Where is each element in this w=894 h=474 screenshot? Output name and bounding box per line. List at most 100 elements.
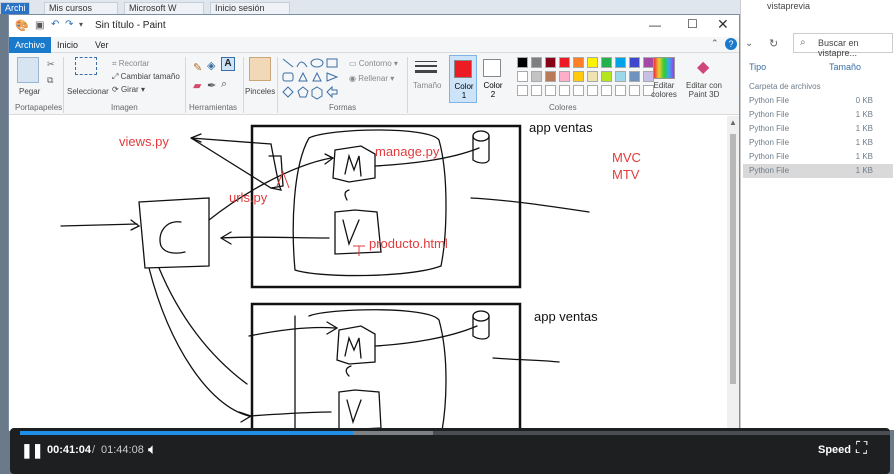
brushes-button[interactable]: Pinceles bbox=[245, 87, 275, 96]
column-header-size[interactable]: Tamaño bbox=[829, 62, 861, 72]
speed-button[interactable]: Speed bbox=[818, 444, 851, 456]
eraser-icon[interactable]: ▰ bbox=[193, 79, 201, 92]
menu-home[interactable]: Inicio bbox=[57, 37, 78, 53]
quick-access-dropdown-icon[interactable]: ▾ bbox=[79, 20, 83, 29]
close-icon[interactable]: ✕ bbox=[717, 16, 729, 33]
rotate-button[interactable]: ⟳ Girar ▾ bbox=[112, 85, 145, 94]
undo-icon[interactable]: ↶ bbox=[51, 19, 59, 30]
palette-swatch-empty[interactable] bbox=[601, 85, 612, 96]
refresh-icon[interactable]: ↻ bbox=[769, 37, 778, 50]
palette-swatch[interactable] bbox=[629, 57, 640, 68]
palette-swatch[interactable] bbox=[587, 57, 598, 68]
fill-dropdown[interactable]: ◉ Rellenar ▾ bbox=[349, 74, 394, 83]
scrollbar-thumb[interactable] bbox=[730, 134, 736, 384]
palette-swatch-empty[interactable] bbox=[517, 85, 528, 96]
palette-swatch-empty[interactable] bbox=[629, 85, 640, 96]
edit-colors-button[interactable]: Editar colores bbox=[649, 81, 679, 99]
file-row[interactable]: Python File 0 KB bbox=[743, 94, 893, 108]
menu-file[interactable]: Archivo bbox=[9, 37, 51, 53]
fill-bucket-icon[interactable]: ◈ bbox=[207, 59, 215, 72]
crop-button[interactable]: ⌗ Recortar bbox=[112, 59, 149, 69]
total-time: 01:44:08 bbox=[101, 444, 144, 456]
color2-button[interactable]: Color 2 bbox=[479, 55, 507, 103]
file-row[interactable]: Python File 1 KB bbox=[743, 108, 893, 122]
label-views: views.py bbox=[119, 134, 169, 149]
palette-swatch[interactable] bbox=[615, 71, 626, 82]
palette-swatch[interactable] bbox=[545, 57, 556, 68]
paint3d-icon: ◆ bbox=[697, 59, 710, 76]
paste-button[interactable]: Pegar bbox=[19, 87, 40, 96]
palette-swatch[interactable] bbox=[615, 57, 626, 68]
save-icon[interactable]: ▣ bbox=[35, 20, 44, 31]
collapse-ribbon-icon[interactable]: ⌃ bbox=[711, 38, 719, 49]
color2-label: Color 2 bbox=[483, 81, 503, 99]
label-manage: manage.py bbox=[375, 144, 440, 159]
palette-swatch-empty[interactable] bbox=[615, 85, 626, 96]
progress-fill bbox=[20, 431, 354, 435]
color2-swatch bbox=[483, 59, 501, 77]
text-tool-icon[interactable]: A bbox=[221, 57, 235, 71]
palette-swatch-empty[interactable] bbox=[573, 85, 584, 96]
ribbon-divider bbox=[243, 57, 244, 113]
select-button[interactable]: Seleccionar bbox=[67, 87, 109, 96]
dropdown-icon[interactable]: ⌄ bbox=[745, 38, 753, 49]
palette-swatch[interactable] bbox=[573, 71, 584, 82]
magnifier-icon[interactable]: ⌕ bbox=[221, 78, 227, 91]
file-row[interactable]: Python File 1 KB bbox=[743, 136, 893, 150]
edit-paint3d-button[interactable]: Editar con Paint 3D bbox=[683, 81, 725, 99]
tab-label: Mis cursos bbox=[49, 3, 93, 13]
copy-icon[interactable]: ⧉ bbox=[47, 75, 53, 86]
palette-swatch-empty[interactable] bbox=[559, 85, 570, 96]
redo-icon[interactable]: ↷ bbox=[65, 19, 73, 30]
palette-swatch[interactable] bbox=[559, 71, 570, 82]
ribbon-divider bbox=[185, 57, 186, 113]
fullscreen-icon[interactable]: ⛶ bbox=[856, 440, 867, 458]
palette-swatch[interactable] bbox=[573, 57, 584, 68]
help-icon[interactable]: ? bbox=[725, 38, 737, 50]
palette-swatch[interactable] bbox=[531, 71, 542, 82]
menu-view[interactable]: Ver bbox=[95, 37, 109, 53]
palette-swatch[interactable] bbox=[601, 57, 612, 68]
palette-swatch[interactable] bbox=[517, 71, 528, 82]
file-row[interactable]: Carpeta de archivos bbox=[743, 80, 893, 94]
color1-button[interactable]: Color 1 bbox=[449, 55, 477, 103]
cut-icon[interactable]: ✂ bbox=[47, 59, 55, 70]
minimize-icon[interactable]: — bbox=[649, 18, 661, 32]
palette-swatch-empty[interactable] bbox=[531, 85, 542, 96]
palette-swatch-empty[interactable] bbox=[545, 85, 556, 96]
file-row[interactable]: Python File 1 KB bbox=[743, 122, 893, 136]
palette-swatch-empty[interactable] bbox=[587, 85, 598, 96]
outline-dropdown[interactable]: ▭ Contorno ▾ bbox=[349, 59, 398, 68]
palette-swatch[interactable] bbox=[531, 57, 542, 68]
volume-icon[interactable]: 🔈︎ bbox=[148, 441, 157, 458]
browser-tab-courses[interactable]: Mis cursos bbox=[44, 2, 118, 14]
pause-icon[interactable]: ❚❚ bbox=[21, 442, 43, 459]
size-button[interactable]: Tamaño bbox=[413, 81, 441, 90]
file-row-selected[interactable]: Python File 1 KB bbox=[743, 164, 893, 178]
palette-swatch[interactable] bbox=[545, 71, 556, 82]
progress-bar[interactable] bbox=[20, 431, 890, 435]
browser-app-icon: Archi bbox=[0, 2, 30, 14]
palette-swatch[interactable] bbox=[587, 71, 598, 82]
browser-tab-microsoft[interactable]: Microsoft W bbox=[124, 2, 204, 14]
browser-tab-login[interactable]: Inicio sesión bbox=[210, 2, 290, 14]
shapes-gallery[interactable] bbox=[281, 57, 341, 101]
resize-button[interactable]: ⤢ Cambiar tamaño bbox=[112, 72, 180, 82]
file-explorer-window: vistaprevia ⌄ ↻ ⌕ Buscar en vistapre... … bbox=[740, 0, 894, 430]
column-header-type[interactable]: Tipo bbox=[749, 62, 766, 72]
drawing-canvas[interactable]: views.py manage.py urls.py producto.html… bbox=[9, 116, 727, 431]
vertical-scrollbar[interactable]: ▲ bbox=[727, 116, 739, 431]
color-picker-icon[interactable]: ✒ bbox=[207, 79, 216, 92]
group-clipboard: Portapapeles bbox=[15, 103, 63, 112]
paint-menubar: Archivo Inicio Ver ⌃ ? bbox=[9, 37, 739, 53]
palette-swatch[interactable] bbox=[517, 57, 528, 68]
maximize-icon[interactable]: ☐ bbox=[687, 17, 698, 31]
pencil-icon[interactable]: ✎ bbox=[193, 61, 202, 74]
palette-swatch[interactable] bbox=[601, 71, 612, 82]
explorer-search-input[interactable]: ⌕ Buscar en vistapre... bbox=[793, 33, 893, 58]
file-row[interactable]: Python File 1 KB bbox=[743, 150, 893, 164]
palette-swatch[interactable] bbox=[559, 57, 570, 68]
palette-swatch[interactable] bbox=[629, 71, 640, 82]
tab-label: Inicio sesión bbox=[215, 3, 265, 13]
scroll-up-icon[interactable]: ▲ bbox=[729, 118, 737, 127]
